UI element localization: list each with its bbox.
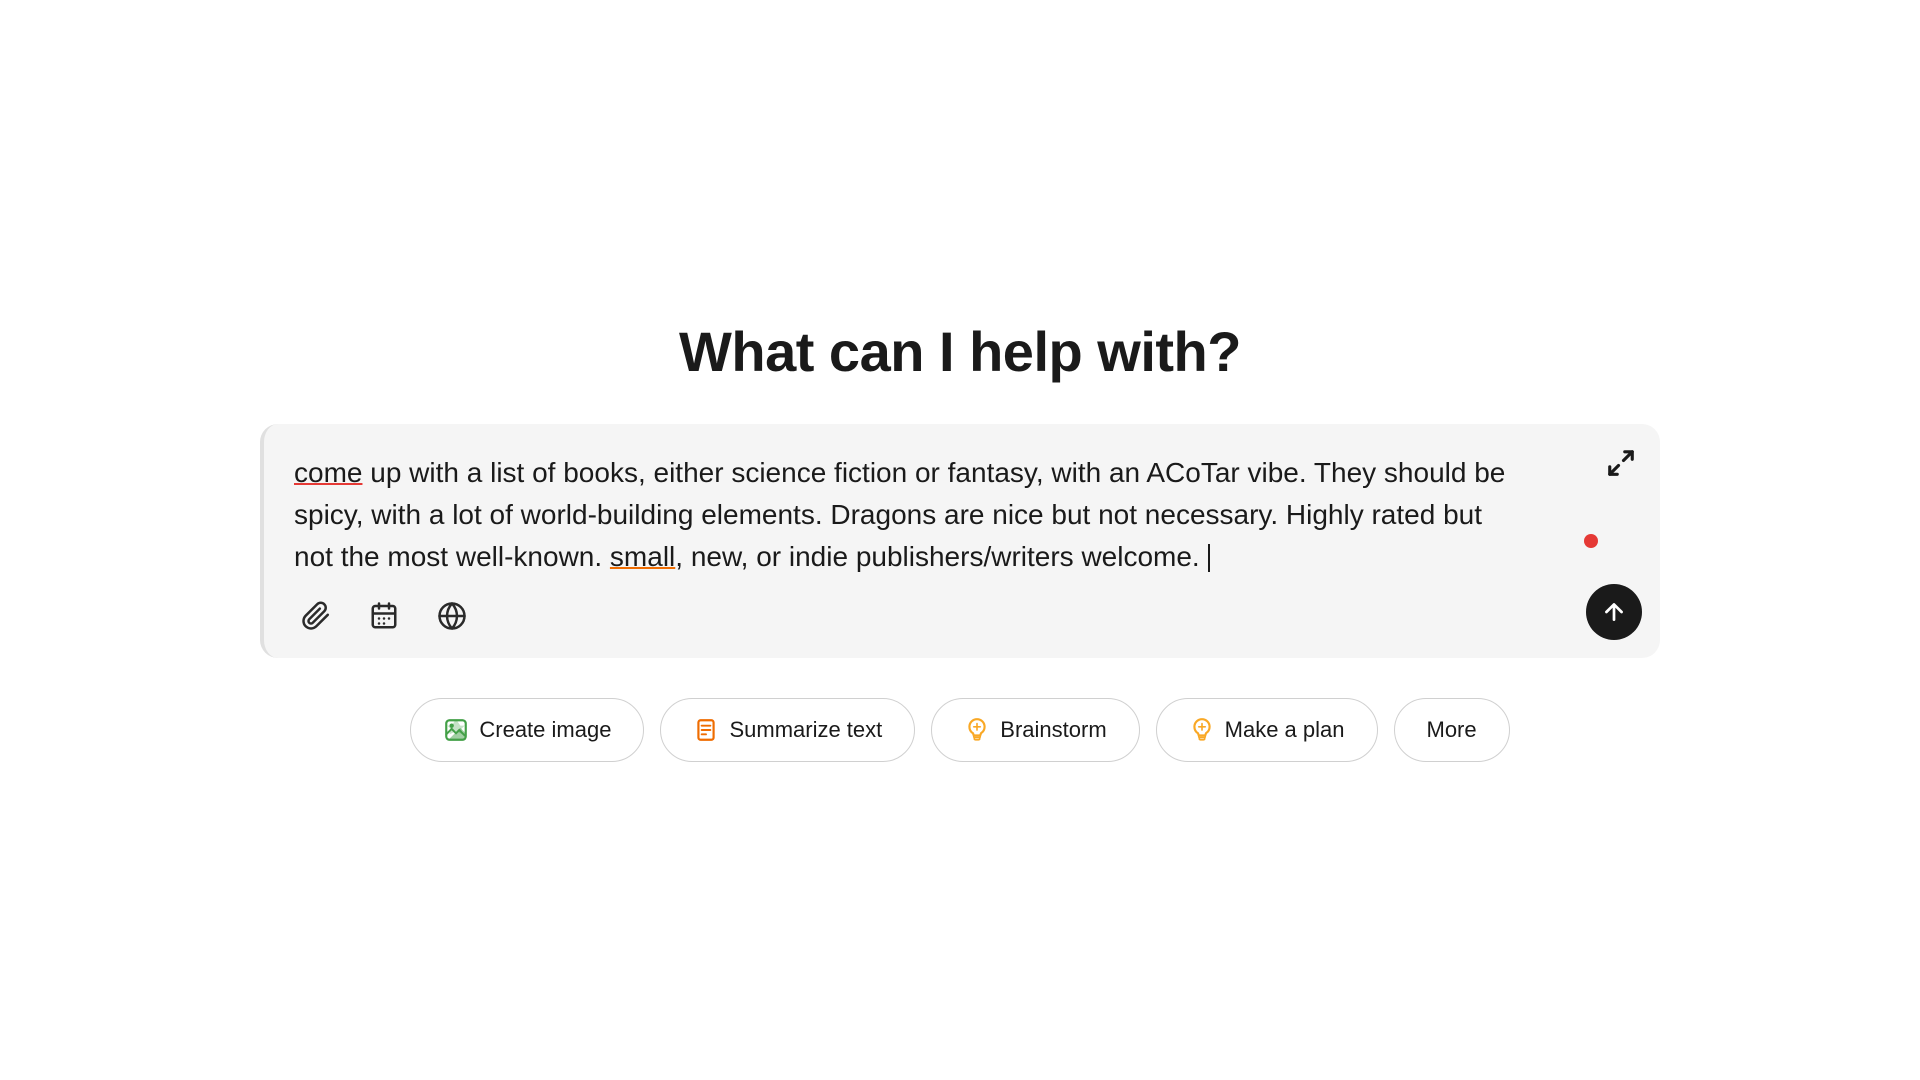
word-come: come — [294, 457, 362, 488]
create-image-icon — [443, 717, 469, 743]
web-search-button[interactable] — [430, 594, 474, 638]
brainstorm-icon — [964, 717, 990, 743]
make-plan-button[interactable]: Make a plan — [1156, 698, 1378, 762]
brainstorm-button[interactable]: Brainstorm — [931, 698, 1139, 762]
main-container: What can I help with? come up with a lis… — [260, 319, 1660, 762]
word-small: small — [610, 541, 675, 572]
attach-button[interactable] — [294, 594, 338, 638]
create-image-label: Create image — [479, 717, 611, 743]
image-picker-button[interactable] — [362, 594, 406, 638]
input-area[interactable]: come up with a list of books, either sci… — [260, 424, 1660, 658]
make-plan-label: Make a plan — [1225, 717, 1345, 743]
input-text[interactable]: come up with a list of books, either sci… — [294, 452, 1570, 578]
toolbar-row — [294, 594, 1630, 638]
summarize-label: Summarize text — [729, 717, 882, 743]
summarize-icon — [693, 717, 719, 743]
send-button[interactable] — [1586, 584, 1642, 640]
toolbar-icons — [294, 594, 474, 638]
action-buttons: Create image Summarize text — [410, 698, 1509, 762]
expand-icon[interactable] — [1606, 448, 1636, 484]
summarize-text-button[interactable]: Summarize text — [660, 698, 915, 762]
recording-indicator — [1584, 534, 1598, 548]
page-title: What can I help with? — [679, 319, 1241, 384]
more-label: More — [1427, 717, 1477, 743]
brainstorm-label: Brainstorm — [1000, 717, 1106, 743]
make-plan-icon — [1189, 717, 1215, 743]
text-cursor — [1208, 544, 1210, 572]
create-image-button[interactable]: Create image — [410, 698, 644, 762]
more-button[interactable]: More — [1394, 698, 1510, 762]
